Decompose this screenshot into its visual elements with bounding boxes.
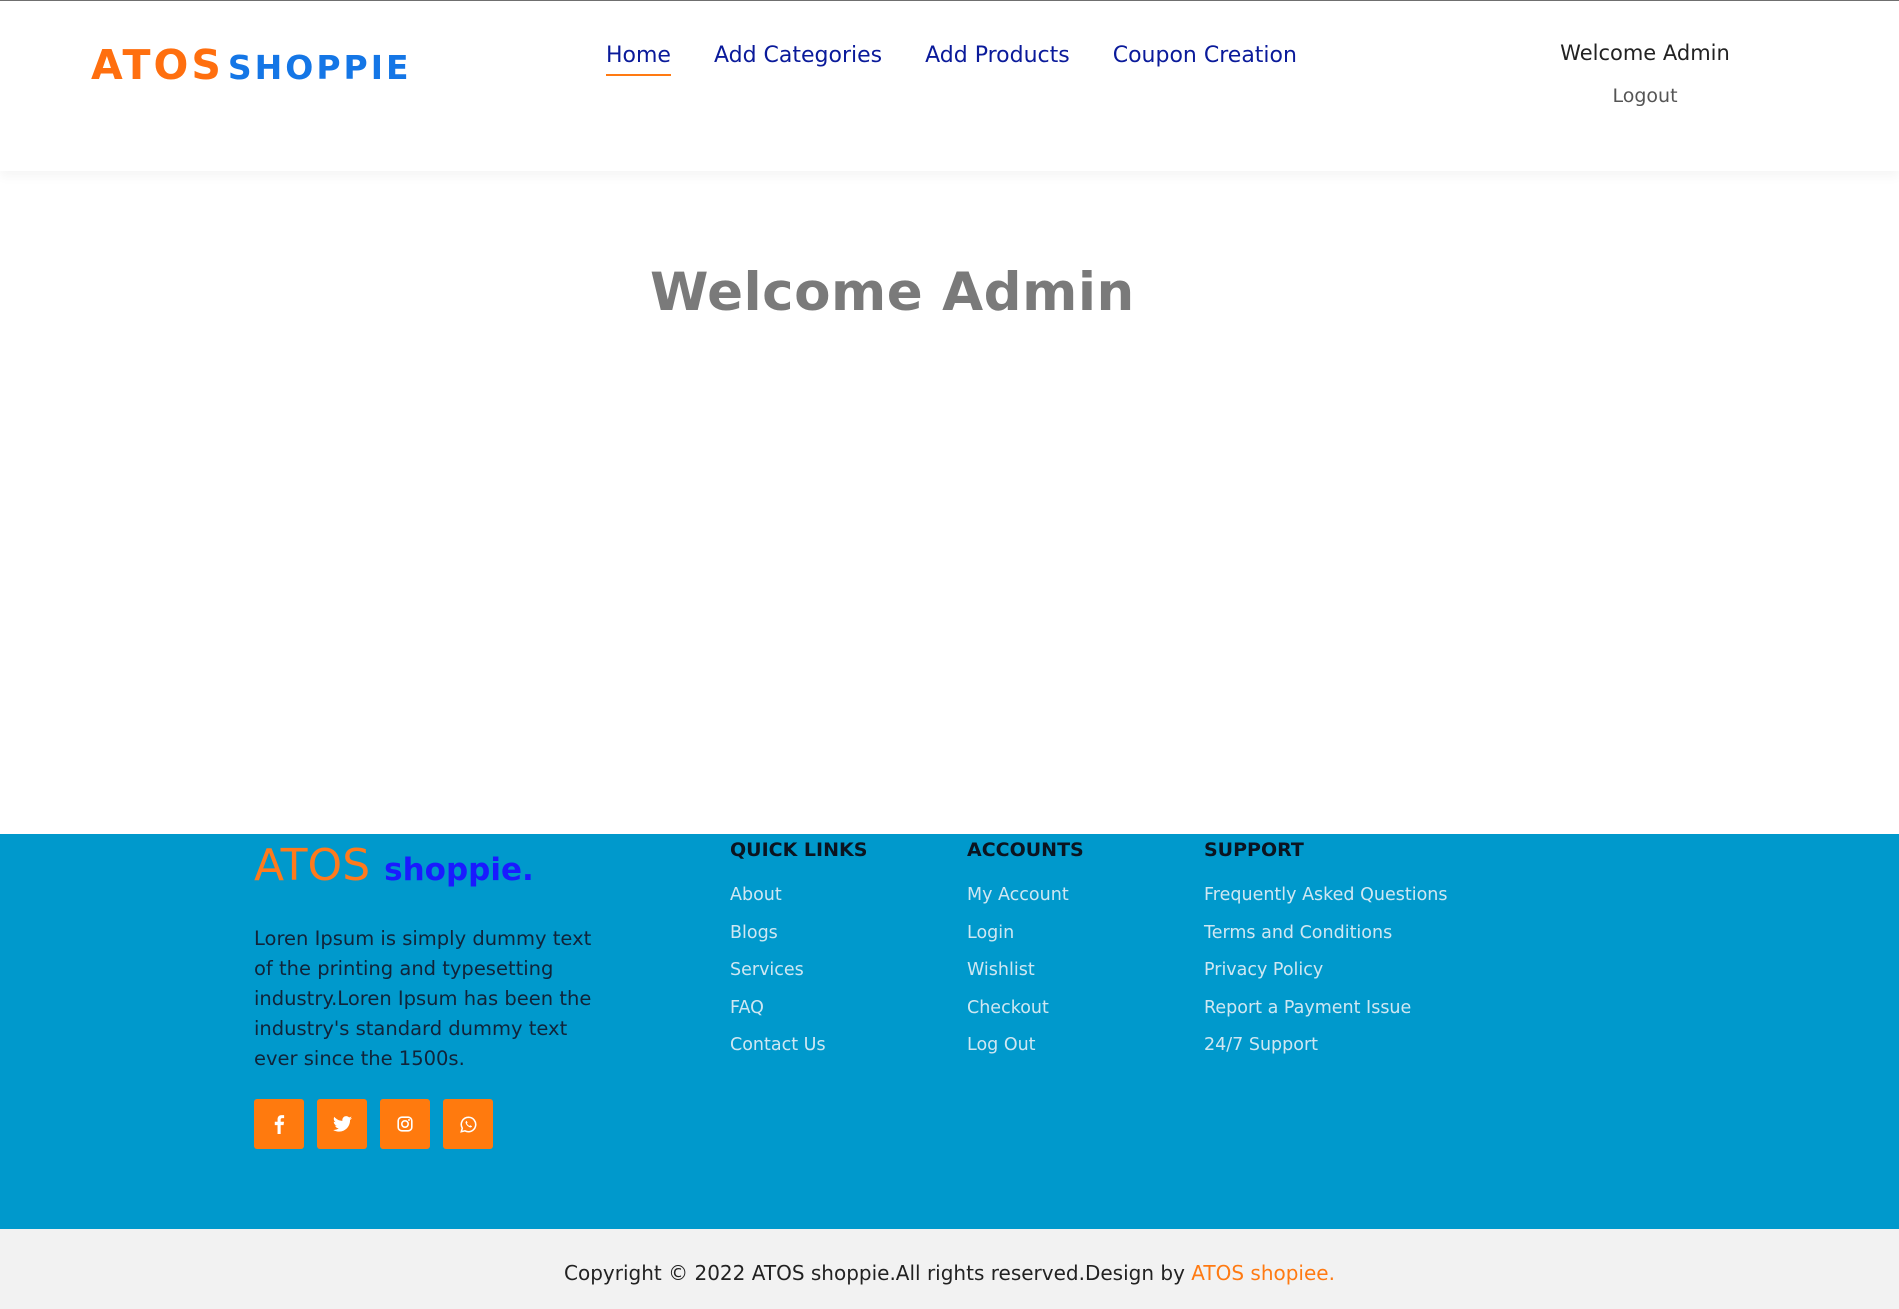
whatsapp-button[interactable] [443,1099,493,1149]
welcome-user-text: Welcome Admin [1560,41,1730,65]
page-title: Welcome Admin [650,262,1135,323]
footer-link-checkout[interactable]: Checkout [967,997,1084,1020]
nav-add-categories[interactable]: Add Categories [714,43,882,76]
copyright-brand-link[interactable]: ATOS shopiee. [1191,1261,1335,1285]
twitter-button[interactable] [317,1099,367,1149]
footer-link-wishlist[interactable]: Wishlist [967,959,1084,982]
footer-link-contact[interactable]: Contact Us [730,1034,867,1057]
footer: ATOS shoppie. Loren Ipsum is simply dumm… [0,834,1899,1229]
accounts-heading: ACCOUNTS [967,839,1084,861]
social-links [254,1099,493,1149]
support-heading: SUPPORT [1204,839,1304,861]
footer-description: Loren Ipsum is simply dummy text of the … [254,927,592,1070]
quick-links-column: QUICK LINKS About Blogs Services FAQ Con… [730,838,867,1072]
footer-link-services[interactable]: Services [730,959,867,982]
twitter-icon [332,1116,352,1132]
copyright-bar: Copyright © 2022 ATOS shoppie.All rights… [0,1229,1899,1309]
brand-logo[interactable]: ATOS SHOPPIE [91,41,412,91]
support-column: SUPPORT Frequently Asked Questions Terms… [1204,838,1448,1072]
footer-link-faq-full[interactable]: Frequently Asked Questions [1204,884,1448,907]
footer-link-support[interactable]: 24/7 Support [1204,1034,1448,1057]
nav-home[interactable]: Home [606,43,671,76]
instagram-icon [397,1116,413,1132]
top-navbar: ATOS SHOPPIE Home Add Categories Add Pro… [0,0,1899,171]
footer-link-payment-issue[interactable]: Report a Payment Issue [1204,997,1448,1020]
nav-add-products[interactable]: Add Products [925,43,1070,76]
facebook-icon [274,1115,285,1134]
footer-link-blogs[interactable]: Blogs [730,922,867,945]
copyright-text: Copyright © 2022 ATOS shoppie.All rights… [0,1229,1899,1285]
accounts-column: ACCOUNTS My Account Login Wishlist Check… [967,838,1084,1072]
main-nav: Home Add Categories Add Products Coupon … [606,43,1297,76]
whatsapp-icon [459,1116,476,1133]
footer-logo-atos: ATOS [254,840,371,891]
footer-logo[interactable]: ATOS shoppie. [254,840,534,891]
footer-link-terms[interactable]: Terms and Conditions [1204,922,1448,945]
footer-link-log-out[interactable]: Log Out [967,1034,1084,1057]
instagram-button[interactable] [380,1099,430,1149]
copyright-main: Copyright © 2022 ATOS shoppie.All rights… [564,1261,1192,1285]
nav-coupon-creation[interactable]: Coupon Creation [1113,43,1297,76]
logo-part-atos: ATOS [91,41,224,89]
footer-link-about[interactable]: About [730,884,867,907]
footer-link-faq[interactable]: FAQ [730,997,867,1020]
facebook-button[interactable] [254,1099,304,1149]
footer-link-privacy[interactable]: Privacy Policy [1204,959,1448,982]
footer-link-my-account[interactable]: My Account [967,884,1084,907]
quick-links-heading: QUICK LINKS [730,839,868,861]
footer-logo-shoppie: shoppie. [384,852,534,888]
user-box: Welcome Admin Logout [1520,41,1770,107]
footer-link-login[interactable]: Login [967,922,1084,945]
logo-part-shoppie: SHOPPIE [227,48,412,87]
logout-link[interactable]: Logout [1520,85,1770,107]
